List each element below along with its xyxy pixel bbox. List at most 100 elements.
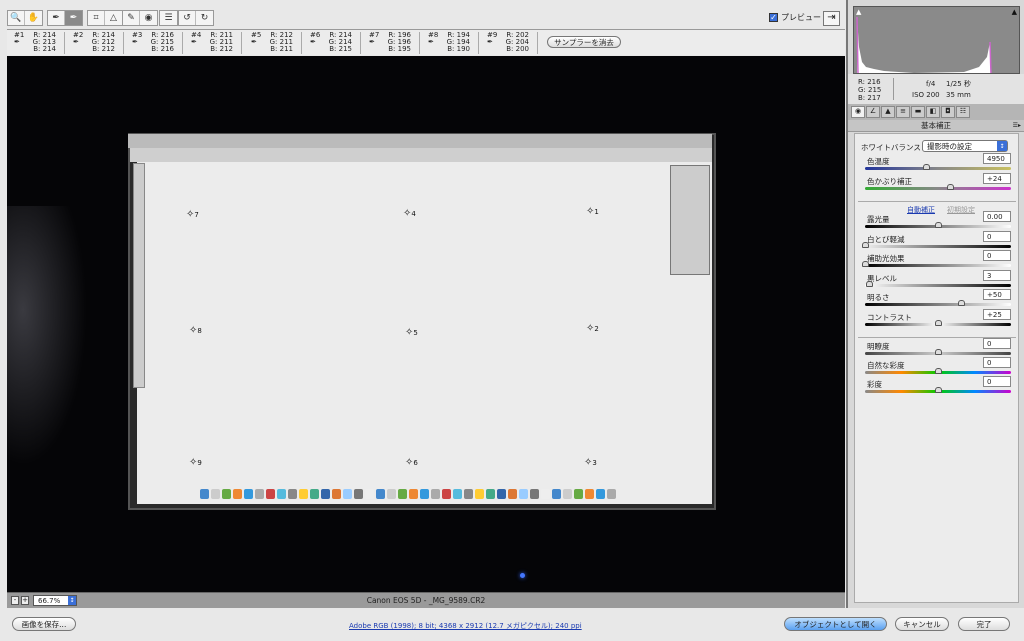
slider-thumb[interactable] <box>862 242 869 248</box>
slider-thumb[interactable] <box>935 387 942 393</box>
slider-thumb[interactable] <box>935 320 942 326</box>
eyedropper-icon: ✒ <box>310 38 316 46</box>
clear-samplers-button[interactable]: サンプラーを消去 <box>547 36 621 48</box>
slider-track[interactable] <box>865 264 1011 267</box>
sampler-readout: #7 ✒ R: 196 G: 196 B: 195 <box>369 32 420 54</box>
dock-icon <box>387 489 396 499</box>
sampler-marker[interactable]: ✧9 <box>189 457 202 468</box>
tab-split-toning-icon[interactable]: ▬ <box>911 106 925 118</box>
slider-value-input[interactable]: +25 <box>983 309 1011 320</box>
dock-icon <box>530 489 539 499</box>
cancel-button[interactable]: キャンセル <box>895 617 949 631</box>
marker-number: 6 <box>413 459 418 467</box>
sampler-marker[interactable]: ✧3 <box>584 457 597 468</box>
crop-icon[interactable]: ⌗ <box>88 11 105 25</box>
zoom-icon[interactable]: 🔍 <box>8 11 25 25</box>
sampler-marker[interactable]: ✧8 <box>189 325 202 336</box>
dock-icon <box>222 489 231 499</box>
tab-hsl-icon[interactable]: ≡ <box>896 106 910 118</box>
slider-value-input[interactable]: 3 <box>983 270 1011 281</box>
rotate-left-icon[interactable]: ↺ <box>179 11 196 25</box>
save-image-button[interactable]: 画像を保存... <box>12 617 76 631</box>
panel-menu-icon[interactable]: ☰▸ <box>1013 120 1021 132</box>
sampler-marker[interactable]: ✧5 <box>405 327 418 338</box>
slider-track[interactable] <box>865 187 1011 190</box>
tab-detail-icon[interactable]: ▲ <box>881 106 895 118</box>
slider-track[interactable] <box>865 167 1011 170</box>
tab-basic-icon[interactable]: ◉ <box>851 106 865 118</box>
dock-icon <box>552 489 561 499</box>
sampler-number: #9 ✒ <box>487 32 499 54</box>
white-balance-icon[interactable]: ✒ <box>48 11 65 25</box>
slider-value-input[interactable]: 4950 <box>983 153 1011 164</box>
info-b: B: 217 <box>858 94 881 102</box>
slider-value-input[interactable]: 0 <box>983 376 1011 387</box>
eyedropper-icon: ✒ <box>369 38 375 46</box>
preview-label: プレビュー <box>781 13 821 22</box>
slider-value-input[interactable]: 0 <box>983 250 1011 261</box>
slider-thumb[interactable] <box>935 222 942 228</box>
sampler-marker[interactable]: ✧7 <box>186 209 199 220</box>
dock-icon <box>519 489 528 499</box>
sampler-readout: #1 ✒ R: 214 G: 213 B: 214 <box>14 32 65 54</box>
color-sampler-icon[interactable]: ✒ <box>65 11 82 25</box>
dock-icon <box>398 489 407 499</box>
sampler-readout: #8 ✒ R: 194 G: 194 B: 190 <box>428 32 479 54</box>
sampler-b: B: 215 <box>329 45 352 53</box>
fullscreen-button[interactable]: ⇥ <box>823 11 840 26</box>
sampler-number: #6 ✒ <box>310 32 322 54</box>
slider-track[interactable] <box>865 245 1011 248</box>
slider-thumb[interactable] <box>866 281 874 287</box>
open-object-button[interactable]: オブジェクトとして開く <box>784 617 887 631</box>
sampler-marker[interactable]: ✧2 <box>586 323 599 334</box>
dock-icon <box>376 489 385 499</box>
slider-thumb[interactable] <box>958 300 966 306</box>
dock-icon <box>607 489 616 499</box>
retouch-icon[interactable]: ✎ <box>123 11 140 25</box>
sampler-marker[interactable]: ✧4 <box>403 208 416 219</box>
sampler-number: #7 ✒ <box>369 32 381 54</box>
workflow-options-link[interactable]: Adobe RGB (1998); 8 bit; 4368 x 2912 (12… <box>349 621 582 631</box>
sampler-marker[interactable]: ✧6 <box>405 457 418 468</box>
slider-value-input[interactable]: 0 <box>983 338 1011 349</box>
slider-value-input[interactable]: +50 <box>983 289 1011 300</box>
slider-value-input[interactable]: 0.00 <box>983 211 1011 222</box>
tab-camera-calibration-icon[interactable]: ◘ <box>941 106 955 118</box>
tab-presets-icon[interactable]: ☷ <box>956 106 970 118</box>
tab-tone-curve-icon[interactable]: ∠ <box>866 106 880 118</box>
tool-group-rotate: ↺ ↻ <box>178 10 214 26</box>
sampler-readouts: #1 ✒ R: 214 G: 213 B: 214 #2 ✒ R: 214 G: 212 B: 2… <box>7 29 845 55</box>
footer: 画像を保存... Adobe RGB (1998); 8 bit; 4368 x… <box>0 608 1024 641</box>
photo-palettes <box>670 165 710 275</box>
sampler-marker[interactable]: ✧1 <box>586 206 599 217</box>
dock-icon <box>244 489 253 499</box>
slider-track[interactable] <box>865 303 1011 306</box>
hand-icon[interactable]: ✋ <box>25 11 42 25</box>
slider-thumb[interactable] <box>946 184 954 190</box>
slider-value-input[interactable]: +24 <box>983 173 1011 184</box>
monitor-screen <box>137 149 712 504</box>
status-bar: - + 66.7% ↕ Canon EOS 5D - _MG_9589.CR2 <box>7 592 845 608</box>
wb-select[interactable]: 撮影時の設定 ↕ <box>922 140 1008 152</box>
slider-label: 露光量 <box>867 215 890 224</box>
sampler-number: #1 ✒ <box>14 32 26 54</box>
preview-checkbox[interactable]: ✓ <box>769 13 778 22</box>
red-eye-icon[interactable]: ◉ <box>140 11 157 25</box>
sampler-number: #5 ✒ <box>251 32 263 54</box>
preview-toggle[interactable]: ✓ プレビュー <box>769 12 821 23</box>
straighten-icon[interactable]: △ <box>105 11 122 25</box>
rotate-right-icon[interactable]: ↻ <box>196 11 213 25</box>
slider-value-input[interactable]: 0 <box>983 231 1011 242</box>
dock-icon <box>563 489 572 499</box>
slider-thumb[interactable] <box>923 164 931 170</box>
slider-value-input[interactable]: 0 <box>983 357 1011 368</box>
tool-group-color: ✒ ✒ <box>47 10 83 26</box>
slider-thumb[interactable] <box>935 368 942 374</box>
preferences-icon[interactable]: ☰ <box>160 11 177 25</box>
tab-lens-icon[interactable]: ◧ <box>926 106 940 118</box>
marker-number: 7 <box>194 211 199 219</box>
done-button[interactable]: 完了 <box>958 617 1010 631</box>
slider-track[interactable] <box>865 284 1011 287</box>
slider-thumb[interactable] <box>862 261 869 267</box>
slider-thumb[interactable] <box>935 349 942 355</box>
